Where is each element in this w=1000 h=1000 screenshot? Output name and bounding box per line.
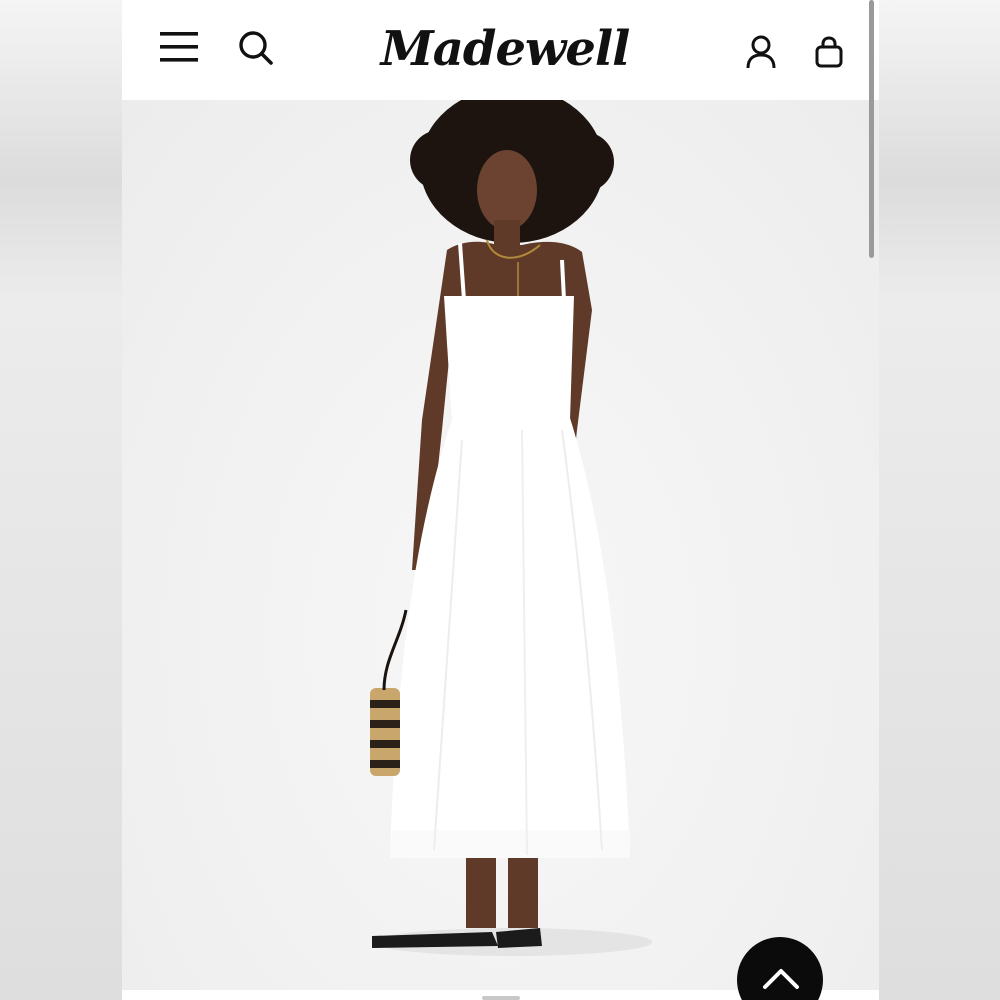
menu-button[interactable] <box>158 28 200 66</box>
search-icon <box>239 31 273 65</box>
hamburger-menu-icon <box>160 32 198 62</box>
face <box>477 150 537 230</box>
dress-bodice <box>444 296 574 422</box>
background-left-blur <box>0 0 122 1000</box>
bag-button[interactable] <box>814 34 844 70</box>
site-header: Madewell <box>122 0 879 100</box>
product-image[interactable] <box>122 100 879 990</box>
brand-logo[interactable]: Madewell <box>380 10 631 88</box>
account-button[interactable] <box>744 34 778 70</box>
mobile-screen: Madewell <box>122 0 879 1000</box>
chevron-up-icon <box>763 969 799 989</box>
background-right-blur <box>879 0 1000 1000</box>
leg-left <box>466 858 496 928</box>
account-icon <box>746 35 776 69</box>
shopping-bag-icon <box>815 36 843 68</box>
leg-right <box>508 858 538 928</box>
model-illustration <box>370 100 652 956</box>
scrollbar-thumb[interactable] <box>869 0 874 258</box>
search-button[interactable] <box>236 28 276 68</box>
sandal-left <box>372 932 498 948</box>
carousel-indicator[interactable] <box>482 996 520 1000</box>
